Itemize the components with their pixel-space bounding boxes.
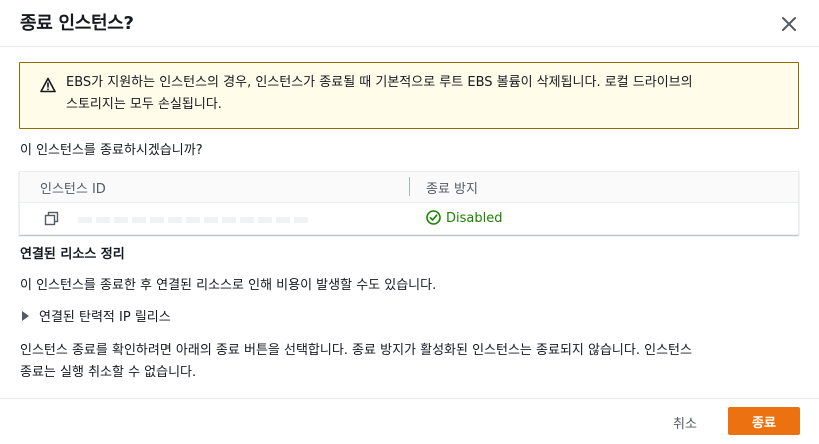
column-header-termination-protection: 종료 방지 [426, 182, 478, 197]
instance-id-redacted [78, 217, 308, 223]
confirmation-question: 이 인스턴스를 종료하시겠습니까? [20, 143, 203, 158]
cleanup-section-title: 연결된 리소스 정리 [20, 247, 125, 262]
warning-text: EBS가 지원하는 인스턴스의 경우, 인스턴스가 종료될 때 기본적으로 루트… [66, 72, 786, 116]
dialog-footer: 취소 종료 [0, 398, 819, 444]
expander-label: 연결된 탄력적 IP 릴리스 [39, 310, 171, 325]
table-header: 인스턴스 ID 종료 방지 [20, 172, 798, 203]
terminate-instance-dialog: 종료 인스턴스? EBS가 지원하는 인스턴스의 경우, 인스턴스가 종료될 때… [0, 0, 819, 444]
confirm-text-line-1: 인스턴스 종료를 확인하려면 아래의 종료 버튼을 선택합니다. 종료 방지가 … [20, 343, 692, 358]
warning-icon [40, 77, 56, 93]
warning-alert: EBS가 지원하는 인스턴스의 경우, 인스턴스가 종료될 때 기본적으로 루트… [19, 62, 799, 129]
confirm-text-line-2: 종료는 실행 취소할 수 없습니다. [20, 365, 197, 380]
instances-table: 인스턴스 ID 종료 방지 Disabled [19, 171, 799, 235]
cleanup-description: 이 인스턴스를 종료한 후 연결된 리소스로 인해 비용이 발생할 수도 있습니… [20, 278, 437, 293]
warning-text-line-2: 스토리지는 모두 손실됩니다. [66, 97, 222, 112]
confirm-instructions: 인스턴스 종료를 확인하려면 아래의 종료 버튼을 선택합니다. 종료 방지가 … [20, 340, 800, 384]
release-elastic-ip-expander[interactable]: 연결된 탄력적 IP 릴리스 [22, 306, 171, 325]
status-label: Disabled [446, 211, 503, 226]
cancel-button[interactable]: 취소 [650, 407, 720, 437]
terminate-button[interactable]: 종료 [728, 407, 800, 435]
table-row: Disabled [20, 203, 798, 234]
dialog-title: 종료 인스턴스? [20, 13, 134, 34]
column-header-instance-id: 인스턴스 ID [40, 182, 106, 197]
caret-right-icon [22, 311, 29, 321]
column-divider[interactable] [409, 177, 410, 196]
check-circle-icon [426, 210, 441, 225]
close-button[interactable] [778, 13, 800, 35]
dialog-header: 종료 인스턴스? [0, 0, 819, 47]
close-icon [782, 17, 796, 31]
copy-icon[interactable] [44, 211, 59, 226]
warning-text-line-1: EBS가 지원하는 인스턴스의 경우, 인스턴스가 종료될 때 기본적으로 루트… [66, 75, 693, 90]
termination-protection-status: Disabled [426, 210, 502, 226]
